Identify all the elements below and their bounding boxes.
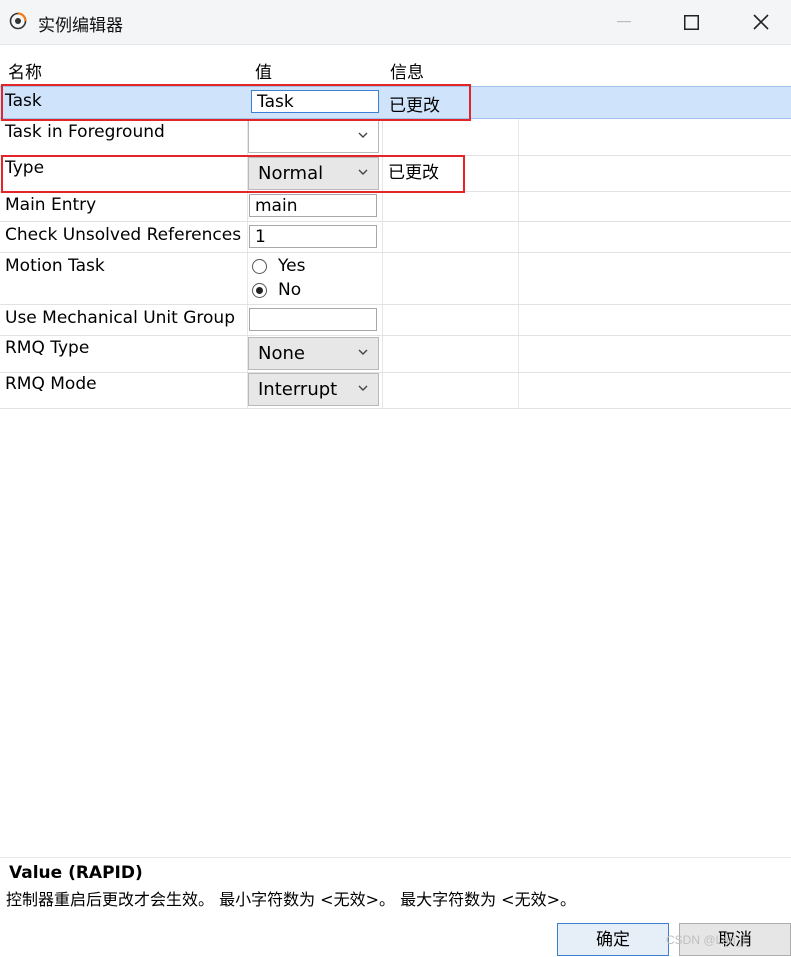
row-name: RMQ Mode <box>5 374 97 394</box>
description-title: Value (RAPID) <box>9 863 143 883</box>
watermark: CSDN @Lan_L <box>666 933 749 947</box>
chevron-down-icon <box>358 385 368 391</box>
chevron-down-icon <box>358 349 368 355</box>
motion-task-yes-radio[interactable]: Yes <box>252 256 305 276</box>
close-icon <box>753 14 769 30</box>
table-row[interactable]: Main Entry main <box>0 192 791 222</box>
row-name: Check Unsolved References <box>5 225 242 245</box>
row-name: Task in Foreground <box>5 122 165 142</box>
app-icon <box>9 12 27 30</box>
header-info[interactable]: 信息 <box>390 58 424 83</box>
select-value: None <box>258 343 305 364</box>
header-name[interactable]: 名称 <box>8 58 42 83</box>
row-name: Motion Task <box>5 256 105 276</box>
table-row[interactable]: Task in Foreground <box>0 118 791 156</box>
rmq-type-select[interactable]: None <box>248 337 379 370</box>
radio-label: No <box>278 280 302 300</box>
row-name: RMQ Type <box>5 338 90 358</box>
radio-checked-icon <box>252 282 267 298</box>
title-bar: 实例编辑器 <box>0 0 791 45</box>
table-row[interactable]: Check Unsolved References 1 <box>0 222 791 253</box>
row-name: Main Entry <box>5 195 97 215</box>
description-panel: Value (RAPID) 控制器重启后更改才会生效。 最小字符数为 <无效>。… <box>0 857 791 914</box>
row-name: Use Mechanical Unit Group <box>5 308 235 328</box>
radio-unchecked-icon <box>252 258 267 274</box>
check-unsolved-references-input[interactable]: 1 <box>249 225 377 248</box>
motion-task-no-radio[interactable]: No <box>252 280 301 300</box>
mechanical-unit-group-input[interactable] <box>249 308 377 331</box>
chevron-down-icon <box>358 132 368 138</box>
ok-button[interactable]: 确定 <box>557 923 669 956</box>
highlight-box <box>1 155 465 193</box>
table-header: 名称 值 信息 <box>0 48 791 87</box>
header-value[interactable]: 值 <box>255 58 272 83</box>
maximize-icon <box>683 14 699 30</box>
minimize-icon <box>617 21 631 23</box>
highlight-box <box>1 84 471 121</box>
minimize-button[interactable] <box>594 0 654 44</box>
table-row[interactable]: Motion Task Yes No <box>0 253 791 305</box>
rmq-mode-select[interactable]: Interrupt <box>248 373 379 406</box>
table-row[interactable]: Use Mechanical Unit Group <box>0 305 791 336</box>
task-in-foreground-select[interactable] <box>248 120 379 153</box>
table-row[interactable]: RMQ Mode Interrupt <box>0 373 791 409</box>
select-value: Interrupt <box>258 379 338 400</box>
main-entry-input[interactable]: main <box>249 194 377 217</box>
window-title: 实例编辑器 <box>38 16 123 36</box>
table-row[interactable]: RMQ Type None <box>0 336 791 373</box>
radio-label: Yes <box>278 256 306 276</box>
close-button[interactable] <box>731 0 791 44</box>
maximize-button[interactable] <box>661 0 721 44</box>
description-text: 控制器重启后更改才会生效。 最小字符数为 <无效>。 最大字符数为 <无效>。 <box>6 890 576 909</box>
